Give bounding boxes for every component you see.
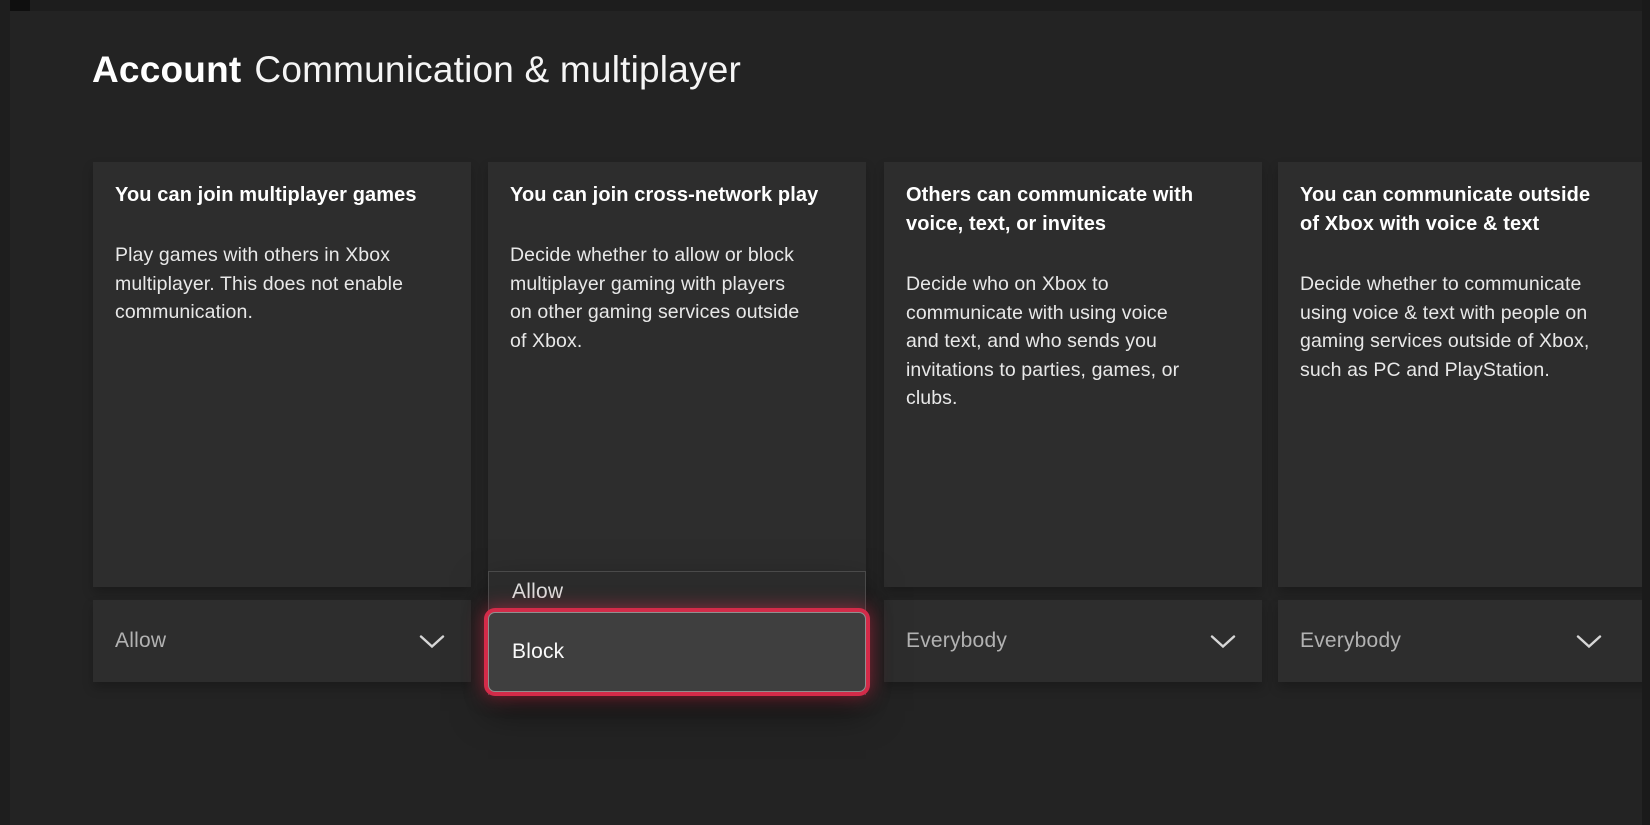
setting-card-description: Decide whether to allow or block multipl… [510, 241, 844, 355]
communicate-outside-xbox-dropdown[interactable]: Everybody [1278, 600, 1650, 682]
setting-card-title: You can join cross-network play [510, 181, 844, 210]
page-title: Account Communication & multiplayer [92, 48, 741, 92]
setting-card-description: Play games with others in Xbox multiplay… [115, 241, 449, 327]
dropdown-option-label: Allow [512, 580, 563, 604]
setting-card-description-panel: You can join multiplayer games Play game… [93, 162, 471, 587]
dropdown-option-label: Block [512, 640, 564, 664]
setting-card-description-panel: You can communicate outside of Xbox with… [1278, 162, 1650, 587]
page-title-section: Account [92, 49, 241, 90]
chevron-down-icon [1210, 634, 1236, 649]
page-title-subsection: Communication & multiplayer [254, 49, 741, 90]
setting-card-description: Decide whether to communicate using voic… [1300, 270, 1634, 384]
frame-right-edge [1642, 0, 1650, 825]
setting-card-title: You can join multiplayer games [115, 181, 449, 210]
frame-top-edge [0, 0, 1650, 11]
multiplayer-games-dropdown[interactable]: Allow [93, 600, 471, 682]
xbox-settings-screen: { "page": { "title_bold": "Account", "ti… [0, 0, 1650, 825]
chevron-down-icon [419, 634, 445, 649]
dropdown-selected-value: Everybody [1300, 629, 1401, 653]
dropdown-option-block-focused[interactable]: Block [488, 612, 866, 692]
others-communicate-dropdown[interactable]: Everybody [884, 600, 1262, 682]
setting-card-description-panel: Others can communicate with voice, text,… [884, 162, 1262, 587]
setting-card-title: Others can communicate with voice, text,… [906, 181, 1240, 239]
chevron-down-icon [1576, 634, 1602, 649]
dropdown-option-allow[interactable]: Allow [489, 572, 865, 612]
setting-card-description: Decide who on Xbox to communicate with u… [906, 270, 1240, 413]
dropdown-selected-value: Everybody [906, 629, 1007, 653]
dropdown-selected-value: Allow [115, 629, 166, 653]
setting-card-description-panel: You can join cross-network play Decide w… [488, 162, 866, 587]
cross-network-play-dropdown-open: Allow Block [488, 571, 866, 695]
frame-left-edge [0, 0, 10, 825]
setting-card-title: You can communicate outside of Xbox with… [1300, 181, 1634, 239]
